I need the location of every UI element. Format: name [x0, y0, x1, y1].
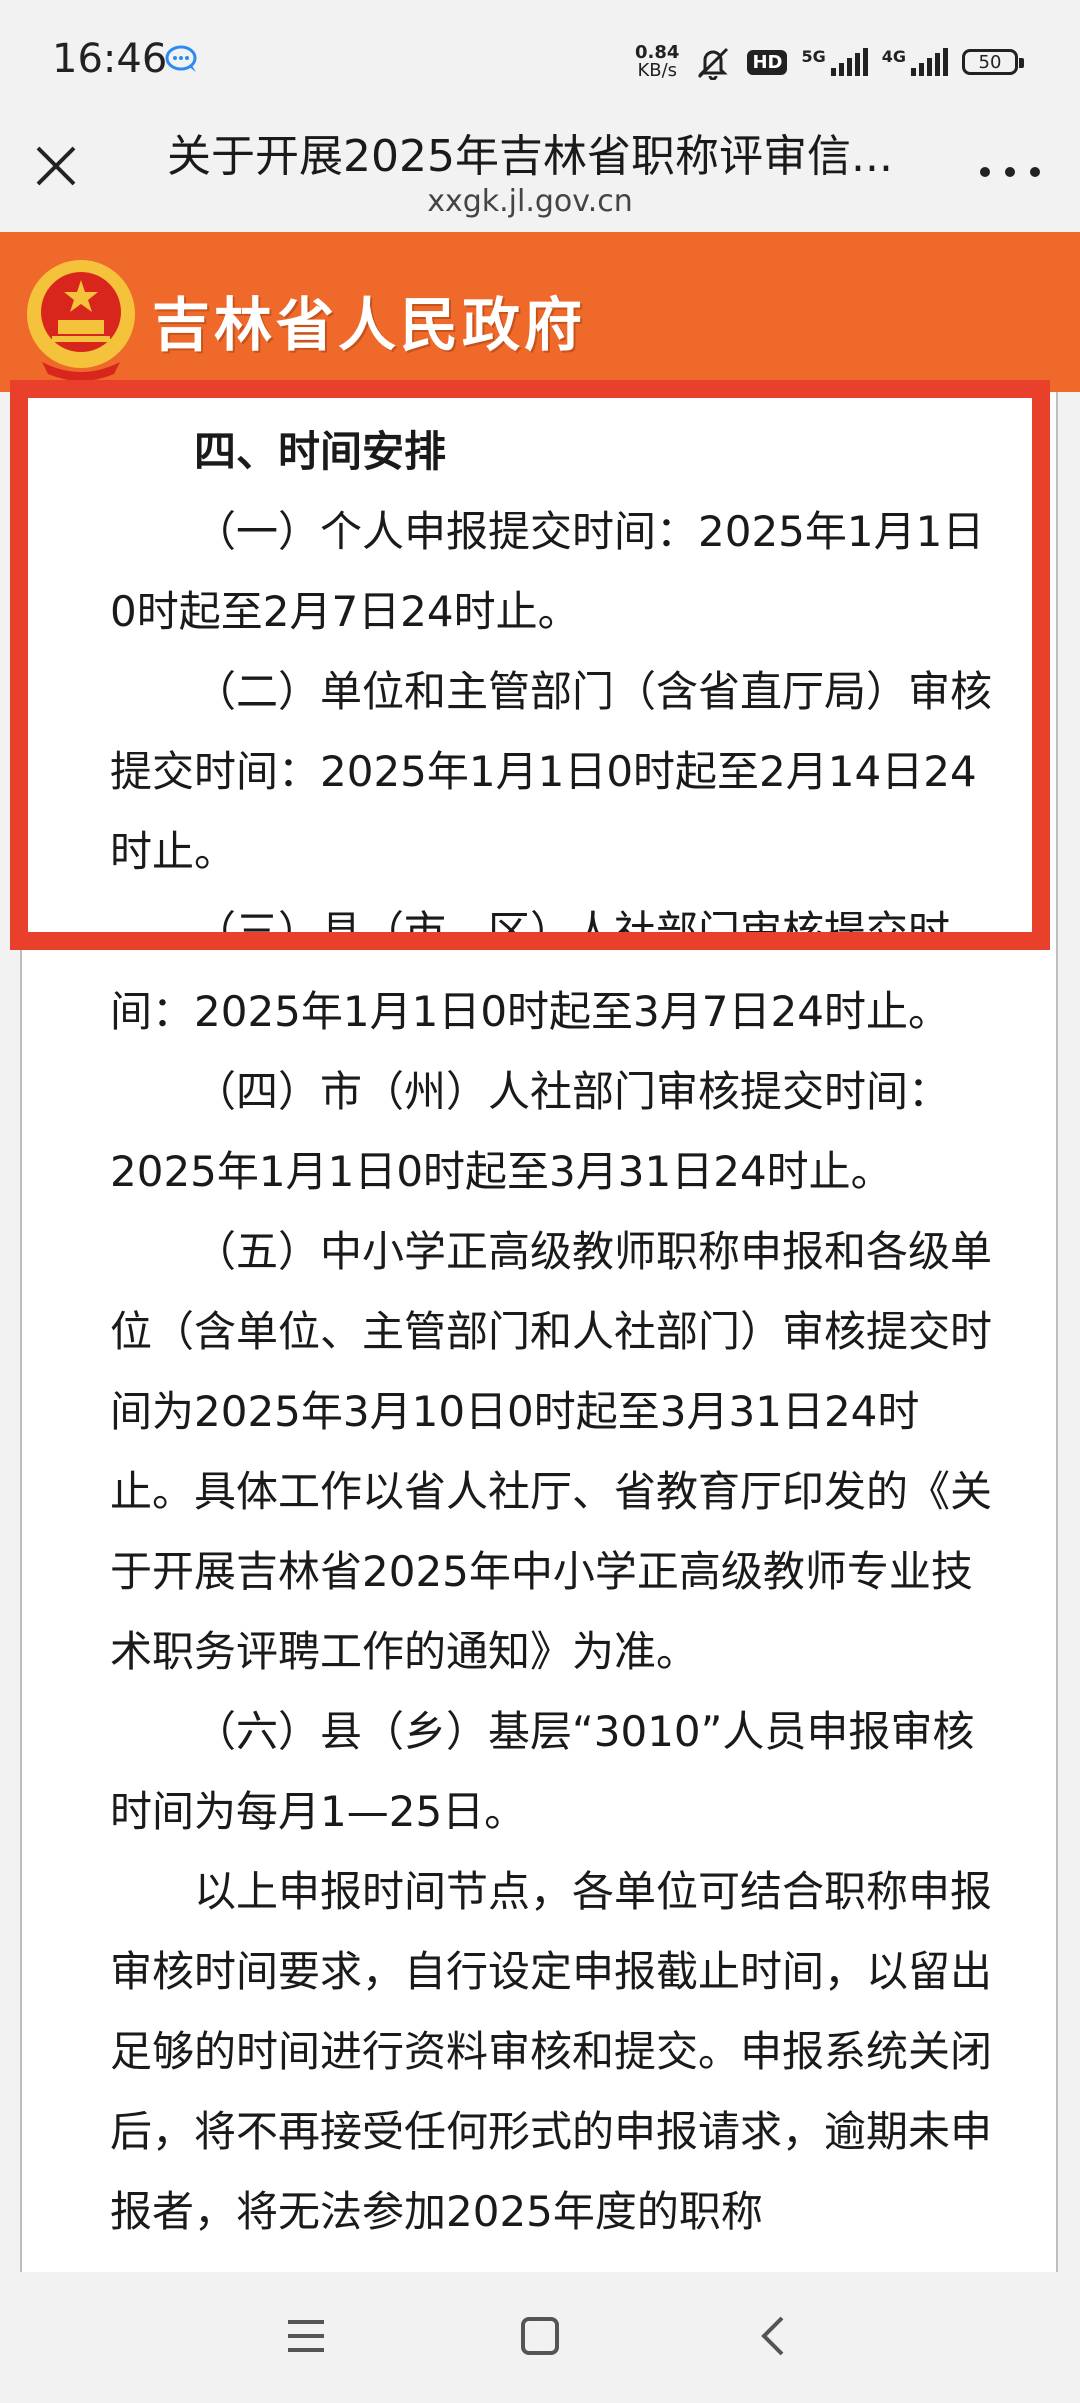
- more-options-button[interactable]: [980, 160, 1040, 184]
- battery-icon: 50: [962, 49, 1024, 75]
- article-text: 四、时间安排 （一）个人申报提交时间：2025年1月1日0时起至2月7日24时止…: [110, 392, 1000, 2252]
- hd-badge: HD: [747, 49, 788, 75]
- status-bar: 16:46 0.84 KB/s HD 5G 4G 50: [0, 0, 1080, 120]
- muted-bell-icon: [698, 47, 729, 80]
- paragraph-5: （五）中小学正高级教师职称申报和各级单位（含单位、主管部门和人社部门）审核提交时…: [110, 1227, 993, 1676]
- dot-icon: [1005, 167, 1015, 177]
- paragraph-2: （二）单位和主管部门（含省直厅局）审核提交时间：2025年1月1日0时起至2月1…: [110, 667, 993, 876]
- back-icon[interactable]: [744, 2306, 804, 2366]
- signal-4g-icon: 4G: [882, 47, 948, 76]
- dot-icon: [1030, 167, 1040, 177]
- paragraph-4: （四）市（州）人社部门审核提交时间：2025年1月1日0时起至3月31日24时止…: [110, 1067, 951, 1196]
- system-nav-bar: [0, 2272, 1080, 2403]
- status-time: 16:46: [52, 36, 168, 82]
- banner-title: 吉林省人民政府: [152, 291, 587, 359]
- network-speed: 0.84 KB/s: [635, 42, 680, 81]
- gov-banner: 吉林省人民政府: [0, 232, 1080, 392]
- message-notification-icon: [165, 45, 197, 72]
- paragraph-1: （一）个人申报提交时间：2025年1月1日0时起至2月7日24时止。: [110, 507, 985, 636]
- browser-title-bar: 关于开展2025年吉林省职称评审信... xxgk.jl.gov.cn: [0, 120, 1080, 232]
- page-title: 关于开展2025年吉林省职称评审信...: [167, 131, 893, 182]
- home-icon[interactable]: [510, 2306, 570, 2366]
- page-domain: xxgk.jl.gov.cn: [427, 184, 633, 219]
- national-emblem-icon: [27, 260, 135, 381]
- paragraph-3: （三）县（市、区）人社部门审核提交时间：2025年1月1日0时起至3月7日24时…: [110, 907, 951, 1036]
- paragraph-6: （六）县（乡）基层“3010”人员申报审核时间为每月1—25日。: [110, 1707, 975, 1836]
- dot-icon: [980, 167, 990, 177]
- section-heading: 四、时间安排: [194, 427, 447, 476]
- status-indicators: 0.84 KB/s HD 5G 4G 50: [635, 40, 1024, 84]
- menu-icon[interactable]: [276, 2306, 336, 2366]
- article-content: 四、时间安排 （一）个人申报提交时间：2025年1月1日0时起至2月7日24时止…: [20, 392, 1058, 2272]
- close-icon[interactable]: [30, 140, 82, 192]
- paragraph-7: 以上申报时间节点，各单位可结合职称申报审核时间要求，自行设定申报截止时间，以留出…: [110, 1867, 993, 2236]
- signal-5g-icon: 5G: [801, 47, 868, 76]
